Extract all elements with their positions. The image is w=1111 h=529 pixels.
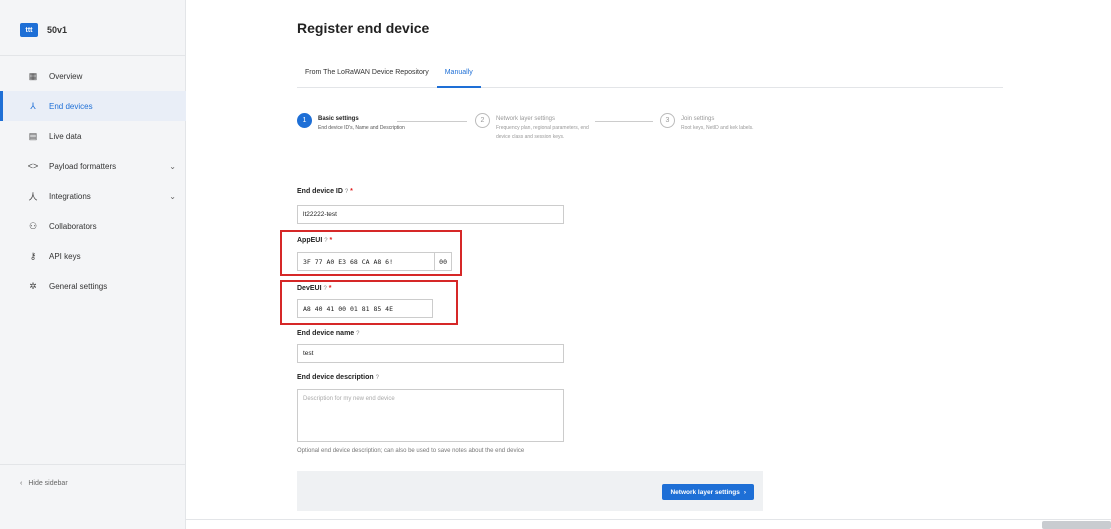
chevron-down-icon: ⌄ — [169, 191, 176, 201]
code-icon: <> — [27, 161, 39, 171]
step-number: 1 — [297, 113, 312, 128]
device-name-input[interactable]: test — [297, 344, 564, 363]
page-title: Register end device — [297, 20, 430, 36]
tab-device-repository[interactable]: From The LoRaWAN Device Repository — [297, 66, 437, 88]
label-text: End device ID — [297, 188, 343, 195]
required-marker: * — [328, 285, 332, 292]
step-description: Frequency plan, regional parameters, end… — [496, 125, 589, 140]
sidebar-item-label: Payload formatters — [49, 161, 117, 171]
help-icon[interactable]: ? — [376, 375, 379, 381]
step-number: 2 — [475, 113, 490, 128]
sidebar-item-label: General settings — [49, 281, 108, 291]
sidebar-item-end-devices[interactable]: ⅄ End devices — [0, 91, 186, 121]
device-description-label: End device description ? — [297, 374, 379, 381]
divider — [0, 55, 186, 56]
chevron-right-icon: › — [743, 488, 746, 496]
label-text: End device name — [297, 330, 355, 337]
device-name-label: End device name ? — [297, 330, 360, 337]
app-eui-tail: 00 — [434, 253, 451, 270]
sidebar-item-overview[interactable]: ▦ Overview — [0, 61, 186, 91]
dev-eui-label: DevEUI ? * — [297, 285, 332, 292]
network-layer-settings-button[interactable]: Network layer settings › — [662, 484, 754, 500]
step-join-settings: 3 Join settings Root keys, NetID and kek… — [660, 113, 777, 133]
required-marker: * — [350, 188, 353, 195]
help-icon[interactable]: ? — [356, 331, 359, 337]
sidebar-item-general-settings[interactable]: ✲ General settings — [0, 271, 186, 301]
sidebar-item-label: Overview — [49, 71, 83, 81]
help-icon[interactable]: ? — [324, 238, 327, 244]
step-description: End device ID's, Name and Description — [318, 125, 405, 131]
hide-sidebar-label: Hide sidebar — [28, 480, 68, 487]
dev-eui-input[interactable]: A8 40 41 00 01 81 85 4E — [297, 299, 433, 318]
sidebar-item-label: API keys — [49, 251, 81, 261]
chevron-down-icon: ⌄ — [169, 161, 176, 171]
sidebar-item-label: Live data — [49, 131, 82, 141]
divider — [186, 519, 1111, 520]
step-description: Root keys, NetID and kek labels. — [681, 125, 754, 131]
sidebar-item-collaborators[interactable]: ⚇ Collaborators — [0, 211, 186, 241]
app-logo: ttt — [20, 23, 38, 37]
sidebar-item-api-keys[interactable]: ⚷ API keys — [0, 241, 186, 271]
label-text: End device description — [297, 374, 374, 381]
sidebar-item-label: End devices — [49, 101, 93, 111]
grid-icon: ▦ — [28, 70, 38, 81]
step-basic-settings: 1 Basic settings End device ID's, Name a… — [297, 113, 414, 133]
tab-manually[interactable]: Manually — [436, 66, 481, 88]
step-title: Network layer settings — [496, 116, 556, 122]
hide-sidebar-button[interactable]: ‹ Hide sidebar — [20, 480, 68, 487]
sidebar-item-payload-formatters[interactable]: <> Payload formatters ⌄ — [0, 151, 186, 181]
device-id-label: End device ID ? * — [297, 188, 353, 195]
sidebar-item-integrations[interactable]: 人 Integrations ⌄ — [0, 181, 186, 211]
sidebar-item-label: Collaborators — [49, 221, 97, 231]
app-name: 50v1 — [47, 25, 68, 35]
integration-icon: 人 — [28, 191, 38, 202]
step-title: Join settings — [681, 116, 715, 122]
sidebar: ttt 50v1 ▦ Overview ⅄ End devices ▤ Live… — [0, 0, 186, 529]
form-footer: Network layer settings › — [297, 471, 763, 511]
input-value: lt22222-test — [303, 211, 337, 218]
label-text: DevEUI — [297, 285, 322, 292]
step-connector — [595, 121, 653, 122]
required-marker: * — [329, 237, 333, 244]
input-value: A8 40 41 00 01 81 85 4E — [303, 304, 394, 313]
app-eui-label: AppEUI ? * — [297, 237, 332, 244]
gear-icon: ✲ — [29, 280, 37, 291]
input-value: test — [303, 350, 314, 357]
button-label: Network layer settings — [670, 488, 740, 496]
step-number: 3 — [660, 113, 675, 128]
app-header[interactable]: ttt 50v1 — [20, 23, 67, 37]
label-text: AppEUI — [297, 237, 323, 244]
step-network-layer-settings: 2 Network layer settings Frequency plan,… — [475, 113, 592, 142]
horizontal-scrollbar[interactable] — [1042, 521, 1111, 529]
main-content: Register end device From The LoRaWAN Dev… — [186, 0, 1111, 529]
sidebar-item-label: Integrations — [49, 191, 91, 201]
help-icon[interactable]: ? — [323, 286, 326, 292]
step-connector — [397, 121, 467, 122]
app-eui-input[interactable]: 3F 77 A0 E3 68 CA A8 6! 00 — [297, 252, 452, 271]
help-icon[interactable]: ? — [345, 189, 348, 195]
sidebar-item-live-data[interactable]: ▤ Live data — [0, 121, 186, 151]
people-icon: ⚇ — [28, 220, 38, 231]
description-hint: Optional end device description; can als… — [297, 448, 525, 454]
registration-steps: 1 Basic settings End device ID's, Name a… — [297, 113, 767, 173]
tab-bar: From The LoRaWAN Device Repository Manua… — [297, 66, 1003, 88]
key-icon: ⚷ — [29, 250, 37, 261]
list-box-icon: ▤ — [28, 130, 38, 141]
input-value: 3F 77 A0 E3 68 CA A8 6! — [303, 257, 394, 266]
device-tree-icon: ⅄ — [30, 100, 36, 111]
chevron-left-icon: ‹ — [20, 480, 23, 487]
device-id-input[interactable]: lt22222-test — [297, 205, 564, 224]
divider — [0, 464, 186, 465]
device-description-input[interactable] — [297, 389, 564, 442]
sidebar-nav: ▦ Overview ⅄ End devices ▤ Live data <> … — [0, 61, 186, 301]
